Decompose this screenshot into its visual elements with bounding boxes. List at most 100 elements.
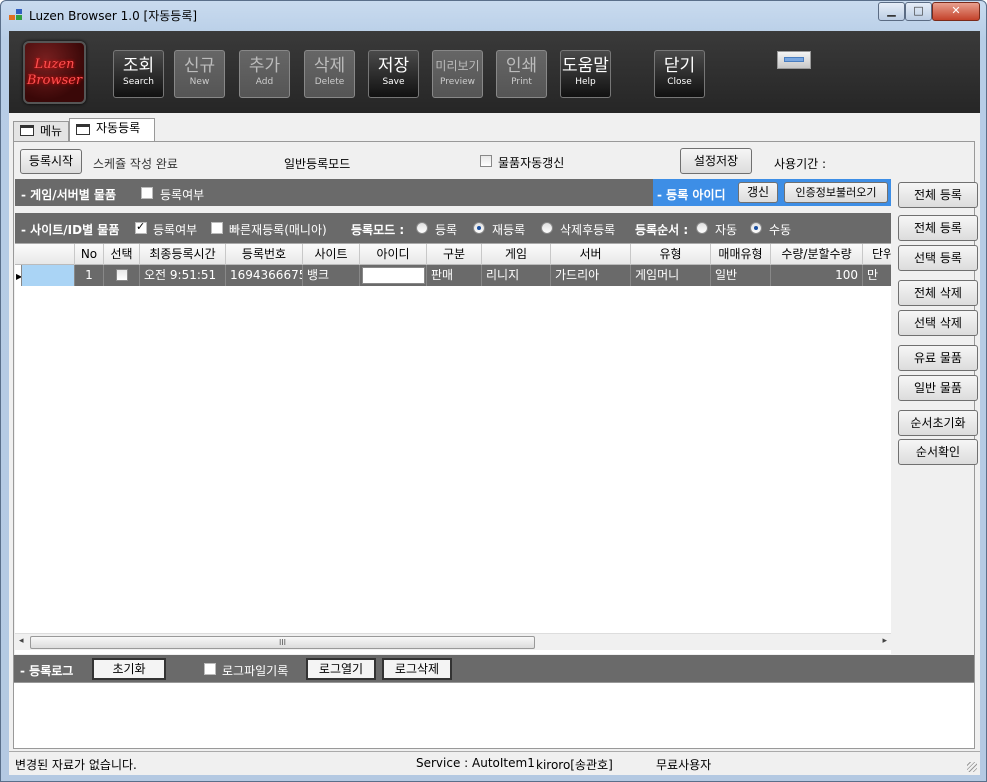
cell-trade-type: 일반 [711,265,771,286]
order-manual-radio[interactable] [750,222,762,234]
cell-last-time: 오전 9:51:51 [140,265,226,286]
mode-reregister-radio[interactable] [473,222,485,234]
scroll-left-icon[interactable]: ◂ [19,636,24,646]
row-select-checkbox[interactable] [116,269,128,281]
refresh-button[interactable]: 갱신 [738,182,778,203]
id-input[interactable] [362,267,425,284]
check-order-button[interactable]: 순서확인 [898,439,978,465]
window-title: Luzen Browser 1.0 [자동등록] [29,9,198,23]
save-settings-button[interactable]: 설정저장 [680,148,752,174]
tab-auto-register[interactable]: 자동등록 [69,118,155,142]
register-selected-button[interactable]: 선택 등록 [898,245,978,271]
delete-log-button[interactable]: 로그삭제 [382,658,452,680]
cell-id[interactable] [360,265,427,286]
tab-menu[interactable]: 메뉴 [13,121,69,141]
reset-order-button[interactable]: 순서초기화 [898,410,978,436]
cell-site: 뱅크 [303,265,360,286]
col-last-time[interactable]: 최종등록시간 [140,244,226,265]
auto-update-label: 물품자동갱신 [498,156,565,170]
status-user: kiroro[송관호] [536,758,613,772]
cell-select[interactable] [104,265,140,286]
table-row[interactable]: ▶ 1 오전 9:51:51 1694366675 뱅크 판매 리니지 가드리아… [15,265,891,286]
log-file-checkbox[interactable] [204,663,216,675]
maximize-button[interactable]: □ [905,2,932,21]
col-no[interactable]: No [75,244,104,265]
log-title: - 등록로그 [20,664,74,678]
row-marker-icon: ▶ [16,272,22,281]
col-site[interactable]: 사이트 [303,244,360,265]
col-select[interactable]: 선택 [104,244,140,265]
minimize-button[interactable]: ▁ [878,2,905,21]
scroll-right-icon[interactable]: ▸ [882,636,887,646]
col-id[interactable]: 아이디 [360,244,427,265]
mode-delete-then-register-radio[interactable] [541,222,553,234]
search-button-sub: Search [123,77,154,87]
col-quantity[interactable]: 수량/분할수량 [771,244,863,265]
log-output[interactable] [14,682,974,748]
register-id-area: - 등록 아이디 갱신 인증정보불러오기 [653,179,891,206]
tab-auto-register-label: 자동등록 [96,121,141,135]
auto-register-panel: 등록시작 스케쥴 작성 완료 일반등록모드 물품자동갱신 설정저장 사용기간 :… [13,141,978,749]
col-game[interactable]: 게임 [482,244,551,265]
col-type[interactable]: 구분 [427,244,482,265]
col-server[interactable]: 서버 [551,244,631,265]
open-log-button[interactable]: 로그열기 [306,658,376,680]
cell-server: 가드리아 [551,265,631,286]
new-button-label: 신규 [183,56,216,76]
print-button-label: 인쇄 [505,56,538,76]
row-indicator[interactable]: ▶ [15,265,22,286]
col-trade-type[interactable]: 매매유형 [711,244,771,265]
quick-reregister-checkbox[interactable] [211,222,223,234]
paid-items-button[interactable]: 유료 물품 [898,345,978,371]
status-bar: 변경된 자료가 없습니다. Service : AutoItem1 kiroro… [9,751,980,775]
search-button-label: 조회 [122,56,155,76]
col-unit[interactable]: 단위 [863,244,891,265]
start-register-button[interactable]: 등록시작 [20,149,82,174]
auto-update-checkbox[interactable] [480,155,492,167]
game-register-checkbox[interactable] [141,187,153,199]
status-message: 변경된 자료가 없습니다. [15,758,137,772]
preview-button[interactable]: 미리보기 Preview [432,50,483,98]
app-window: Luzen Browser 1.0 [자동등록] ▁ □ ✕ Luzen Bro… [0,0,987,782]
game-server-title: - 게임/서버별 물품 [21,188,116,202]
close-window-button[interactable]: ✕ [932,2,980,21]
cell-reg-no: 1694366675 [226,265,303,286]
title-bar[interactable]: Luzen Browser 1.0 [자동등록] ▁ □ ✕ [1,1,986,29]
register-mode-label: 등록모드 : [351,223,405,237]
mode-register-radio[interactable] [416,222,428,234]
delete-all-button[interactable]: 전체 삭제 [898,280,978,306]
window-icon [76,124,90,135]
col-reg-no[interactable]: 등록번호 [226,244,303,265]
normal-items-button[interactable]: 일반 물품 [898,375,978,401]
search-button[interactable]: 조회 Search [113,50,164,98]
luzen-logo: Luzen Browser [23,41,86,104]
delete-button[interactable]: 삭제 Delete [304,50,355,98]
save-button[interactable]: 저장 Save [368,50,419,98]
add-button[interactable]: 추가 Add [239,50,290,98]
new-button[interactable]: 신규 New [174,50,225,98]
close-button-label: 닫기 [663,56,696,76]
reset-log-button[interactable]: 초기화 [92,658,166,680]
app-icon [9,9,23,21]
register-all-button-2[interactable]: 전체 등록 [898,215,978,241]
register-all-button-1[interactable]: 전체 등록 [898,182,978,208]
window-toggle-icon[interactable] [777,51,811,69]
cell-type: 판매 [427,265,482,286]
close-button[interactable]: 닫기 Close [654,50,705,98]
load-auth-button[interactable]: 인증정보불러오기 [784,182,888,203]
order-auto-radio[interactable] [696,222,708,234]
site-register-checkbox[interactable] [135,220,147,234]
col-category[interactable]: 유형 [631,244,711,265]
new-button-sub: New [189,77,210,87]
scroll-thumb[interactable]: III [30,636,535,649]
add-button-sub: Add [255,77,274,87]
grid-horizontal-scrollbar[interactable]: ◂ III ▸ [15,633,891,650]
help-button[interactable]: 도움말 Help [560,50,611,98]
log-file-label: 로그파일기록 [222,664,289,678]
row-blank-cell[interactable] [22,265,75,286]
mode-delete-then-register-label: 삭제후등록 [560,223,616,237]
add-button-label: 추가 [248,56,281,76]
print-button[interactable]: 인쇄 Print [496,50,547,98]
resize-grip-icon[interactable] [967,762,977,772]
delete-selected-button[interactable]: 선택 삭제 [898,310,978,336]
